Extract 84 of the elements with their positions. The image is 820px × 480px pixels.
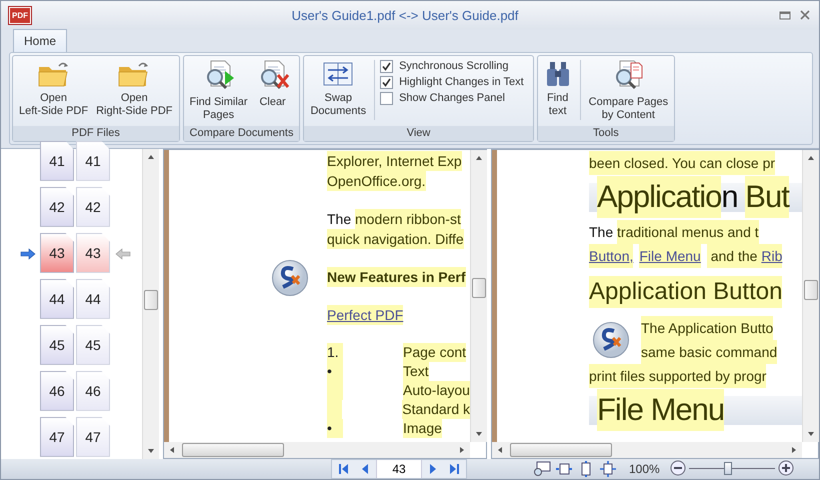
close-icon[interactable] xyxy=(799,9,811,22)
page-thumbnail[interactable]: 47 xyxy=(40,416,74,457)
scroll-up-icon[interactable] xyxy=(808,156,814,160)
heading: File Menu xyxy=(597,389,724,432)
scroll-up-icon[interactable] xyxy=(476,156,482,160)
page-thumbnail[interactable]: 43 xyxy=(40,232,74,273)
list-item: • Image xyxy=(327,418,443,438)
page-thumbnail[interactable]: 45 xyxy=(40,324,74,365)
list-item: Standard k xyxy=(327,400,470,419)
scroll-right-icon[interactable] xyxy=(460,447,464,454)
group-label: View xyxy=(304,126,533,141)
zoom-out-icon[interactable] xyxy=(669,460,687,478)
page-thumbnail[interactable]: 46 xyxy=(40,370,74,411)
page-number-field[interactable]: 43 xyxy=(376,460,422,478)
zoom-in-icon[interactable] xyxy=(777,460,795,478)
vertical-scrollbar[interactable] xyxy=(142,148,159,460)
fit-width-icon[interactable] xyxy=(555,461,573,478)
group-label: Tools xyxy=(538,126,674,141)
ribbon-button[interactable]: Find Similar Pages xyxy=(186,58,251,124)
page-thumbnail[interactable]: 41 xyxy=(40,140,74,181)
app-logo: PDF xyxy=(9,6,31,24)
ribbon-button[interactable]: Swap Documents xyxy=(307,58,370,124)
zoom-level: 100% xyxy=(629,462,661,476)
text-line: The xyxy=(589,222,614,242)
window-title: User's Guide1.pdf <-> User's Guide.pdf xyxy=(290,8,520,23)
group-label: PDF Files xyxy=(13,126,179,141)
right-arrow-icon xyxy=(20,248,36,260)
list-item: 1. Page cont xyxy=(327,342,468,362)
scrollbar-thumb[interactable] xyxy=(144,290,158,310)
scroll-up-icon[interactable] xyxy=(148,154,154,159)
scrollbar-thumb[interactable] xyxy=(182,443,284,458)
checkbox[interactable] xyxy=(380,60,394,73)
checkbox-label[interactable]: Show Changes Panel xyxy=(399,92,505,104)
list-item: Auto-layou xyxy=(327,380,470,400)
page-thumbnail[interactable]: 42 xyxy=(40,186,74,227)
page-thumbnail[interactable]: 45 xyxy=(76,324,110,365)
page-thumbnail[interactable]: 41 xyxy=(76,140,110,181)
ribbon-tab[interactable]: Home xyxy=(13,28,68,52)
vertical-scrollbar[interactable] xyxy=(802,150,819,442)
scroll-left-icon[interactable] xyxy=(170,447,174,454)
ribbon-button[interactable]: Find text xyxy=(540,58,575,124)
page-thumbnail[interactable]: 46 xyxy=(76,370,110,411)
group-label: Compare Documents xyxy=(184,126,300,141)
scroll-right-icon[interactable] xyxy=(792,447,796,454)
heading: But xyxy=(745,176,789,218)
heading: n xyxy=(721,178,739,216)
list-item: • Text xyxy=(327,362,430,381)
left-arrow-icon xyxy=(115,248,131,260)
scrollbar-thumb[interactable] xyxy=(804,280,818,300)
page-thumbnail[interactable]: 43 xyxy=(76,232,110,273)
scroll-left-icon[interactable] xyxy=(498,447,502,454)
scroll-down-icon[interactable] xyxy=(476,432,482,436)
heading: Application Button xyxy=(589,276,782,308)
checkbox-label[interactable]: Synchronous Scrolling xyxy=(399,60,509,72)
ribbon-button[interactable]: Open Left-Side PDF xyxy=(16,58,92,124)
link[interactable]: Perfect PDF xyxy=(327,304,404,325)
scrollbar-thumb[interactable] xyxy=(472,278,486,298)
zoom-slider[interactable] xyxy=(689,462,775,476)
page-thumbnail[interactable]: 42 xyxy=(76,186,110,227)
link[interactable]: Rib xyxy=(761,244,782,268)
text-line: The xyxy=(327,210,352,229)
bold-heading: New Features in Perf xyxy=(327,266,466,287)
checkbox[interactable] xyxy=(380,92,394,105)
link[interactable]: Button, xyxy=(589,244,634,268)
fit-page-icon[interactable] xyxy=(599,461,617,478)
checkbox[interactable] xyxy=(380,76,394,89)
actual-size-icon[interactable] xyxy=(533,461,551,478)
horizontal-scrollbar[interactable] xyxy=(492,442,802,458)
ribbon-button[interactable]: Open Right-Side PDF xyxy=(93,58,176,124)
scroll-down-icon[interactable] xyxy=(808,432,814,436)
page-thumbnail[interactable]: 44 xyxy=(76,278,110,319)
scroll-down-icon[interactable] xyxy=(148,449,154,454)
checkbox-label[interactable]: Highlight Changes in Text xyxy=(399,76,524,88)
ribbon-button[interactable]: Compare Pages by Content xyxy=(586,58,672,124)
slider-thumb[interactable] xyxy=(724,462,732,476)
page-thumbnail[interactable]: 44 xyxy=(40,278,74,319)
maximize-icon[interactable] xyxy=(779,10,791,20)
ribbon-button[interactable]: Clear xyxy=(252,58,293,124)
scrollbar-thumb[interactable] xyxy=(510,443,612,458)
link[interactable]: File Menu xyxy=(639,244,701,268)
vertical-scrollbar[interactable] xyxy=(470,150,487,442)
page-thumbnail[interactable]: 47 xyxy=(76,416,110,457)
heading: Applicatio xyxy=(597,176,722,218)
horizontal-scrollbar[interactable] xyxy=(164,442,470,458)
